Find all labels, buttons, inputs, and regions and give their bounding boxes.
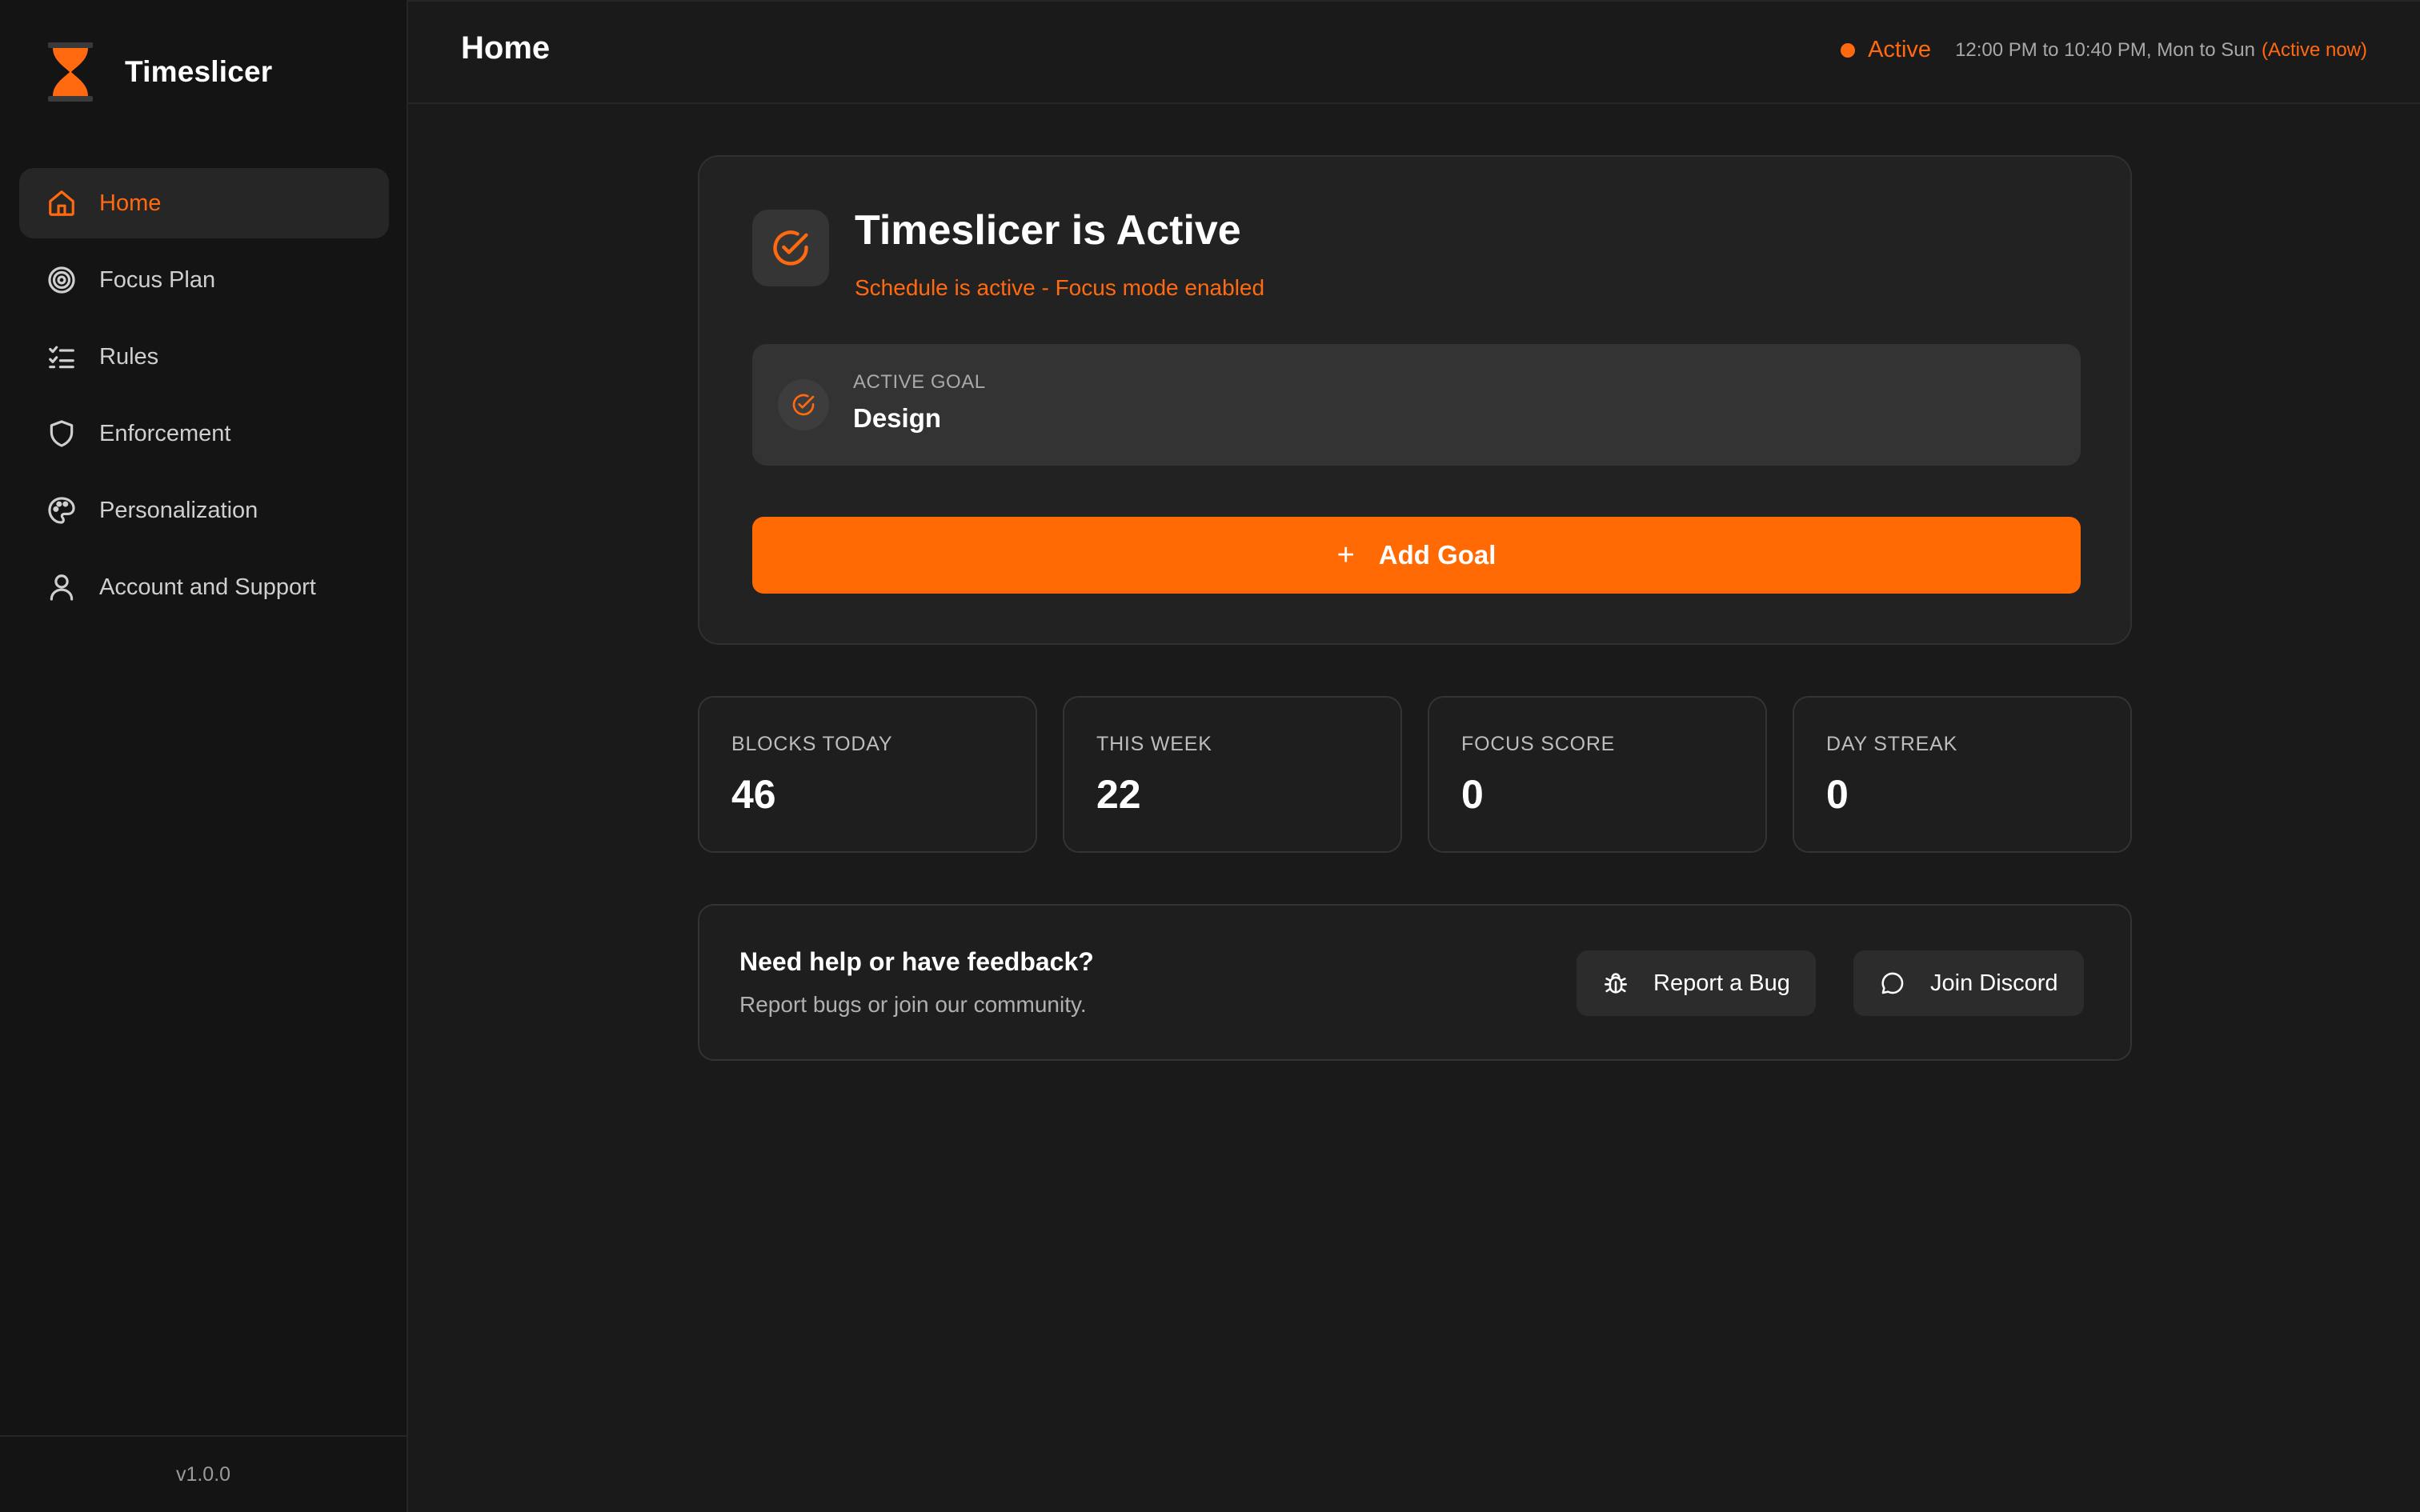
sidebar-item-label: Account and Support	[99, 574, 316, 600]
stat-label: DAY STREAK	[1826, 733, 1958, 755]
sidebar-item-label: Focus Plan	[99, 266, 216, 293]
home-icon	[45, 186, 78, 220]
app-name: Timeslicer	[125, 55, 273, 88]
status-dot-icon	[1841, 42, 1856, 58]
sidebar-item-account-support[interactable]: Account and Support	[19, 552, 389, 622]
app-window: Timeslicer Home Focus Plan Rules Enforce…	[0, 0, 2420, 1512]
bug-icon	[1604, 973, 1628, 994]
active-goal-label: ACTIVE GOAL	[853, 371, 986, 393]
active-goal-box[interactable]: ACTIVE GOAL Design	[752, 344, 2081, 466]
version-footer: v1.0.0	[0, 1435, 407, 1512]
add-goal-label: Add Goal	[1378, 540, 1496, 570]
sidebar-item-label: Rules	[99, 343, 159, 370]
add-goal-button[interactable]: + Add Goal	[752, 517, 2081, 594]
stat-value: 0	[1826, 772, 1849, 817]
status-indicator: Active 12:00 PM to 10:40 PM, Mon to Sun …	[1841, 37, 2367, 63]
shield-icon	[45, 417, 78, 450]
hourglass-logo-icon	[48, 42, 93, 102]
sidebar-item-label: Home	[99, 190, 162, 216]
palette-icon	[45, 494, 78, 527]
sidebar-nav: Home Focus Plan Rules Enforcement Person…	[19, 168, 389, 629]
version-label: v1.0.0	[175, 1462, 231, 1486]
sidebar: Timeslicer Home Focus Plan Rules Enforce…	[0, 0, 408, 1512]
check-circle-icon	[752, 210, 829, 286]
join-discord-label: Join Discord	[1930, 970, 2058, 996]
sidebar-item-label: Personalization	[99, 497, 258, 523]
status-subtitle: Schedule is active - Focus mode enabled	[855, 275, 1265, 300]
page-title: Home	[461, 30, 551, 66]
stat-this-week: THIS WEEK 22	[1063, 696, 1402, 853]
plus-icon: +	[1336, 538, 1355, 572]
join-discord-button[interactable]: Join Discord	[1853, 950, 2084, 1016]
sidebar-item-focus-plan[interactable]: Focus Plan	[19, 245, 389, 315]
stat-blocks-today: BLOCKS TODAY 46	[698, 696, 1037, 853]
help-title: Need help or have feedback?	[739, 947, 1094, 976]
sidebar-item-rules[interactable]: Rules	[19, 322, 389, 392]
sidebar-item-personalization[interactable]: Personalization	[19, 475, 389, 546]
help-card: Need help or have feedback? Report bugs …	[698, 904, 2132, 1061]
schedule-text: 12:00 PM to 10:40 PM, Mon to Sun	[1955, 38, 2255, 61]
stat-value: 22	[1096, 772, 1141, 817]
stat-label: BLOCKS TODAY	[731, 733, 893, 755]
active-goal-value: Design	[853, 403, 942, 433]
status-title: Timeslicer is Active	[855, 207, 1241, 254]
stat-label: THIS WEEK	[1096, 733, 1212, 755]
goal-check-icon	[778, 379, 829, 430]
report-bug-label: Report a Bug	[1653, 970, 1790, 996]
top-bar: Home Active 12:00 PM to 10:40 PM, Mon to…	[408, 0, 2420, 104]
sidebar-item-label: Enforcement	[99, 420, 231, 446]
stat-value: 0	[1461, 772, 1484, 817]
target-icon	[45, 263, 78, 297]
stat-label: FOCUS SCORE	[1461, 733, 1616, 755]
sidebar-item-enforcement[interactable]: Enforcement	[19, 398, 389, 469]
schedule-active-now: (Active now)	[2261, 38, 2367, 61]
checklist-icon	[45, 340, 78, 374]
brand[interactable]: Timeslicer	[45, 40, 272, 104]
stat-focus-score: FOCUS SCORE 0	[1428, 696, 1767, 853]
report-bug-button[interactable]: Report a Bug	[1577, 950, 1816, 1016]
chat-bubble-icon	[1881, 972, 1904, 994]
user-icon	[45, 570, 78, 604]
stat-day-streak: DAY STREAK 0	[1793, 696, 2132, 853]
status-card: Timeslicer is Active Schedule is active …	[698, 155, 2132, 645]
sidebar-item-home[interactable]: Home	[19, 168, 389, 238]
stat-value: 46	[731, 772, 776, 817]
status-label: Active	[1868, 37, 1932, 62]
help-subtitle: Report bugs or join our community.	[739, 992, 1087, 1017]
